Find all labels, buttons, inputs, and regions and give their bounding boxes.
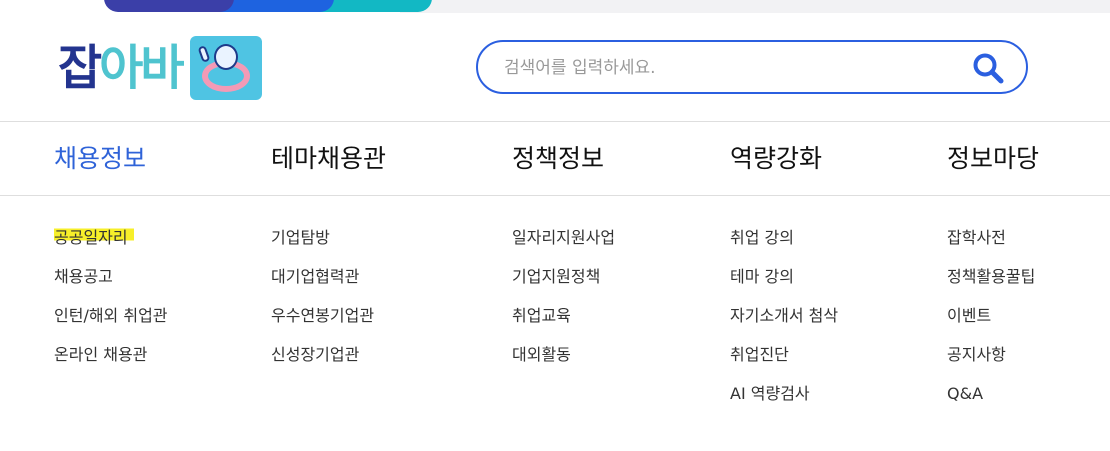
menu-item-company-support[interactable]: 기업지원정책 bbox=[512, 265, 615, 289]
search-icon bbox=[973, 53, 1004, 84]
menu-item-job-support[interactable]: 일자리지원사업 bbox=[512, 226, 615, 250]
menu-item-ai-assessment[interactable]: AI 역량검사 bbox=[730, 382, 838, 406]
menu-item-online-recruit[interactable]: 온라인 채용관 bbox=[54, 343, 168, 367]
menu-item-intern-overseas[interactable]: 인턴/해외 취업관 bbox=[54, 304, 168, 328]
menu-item-high-salary[interactable]: 우수연봉기업관 bbox=[271, 304, 374, 328]
menu-item-job-postings[interactable]: 채용공고 bbox=[54, 265, 168, 289]
menu-item-policy-tips[interactable]: 정책활용꿀팁 bbox=[947, 265, 1035, 289]
menu-item-job-diagnosis[interactable]: 취업진단 bbox=[730, 343, 838, 367]
menu-item-public-jobs[interactable]: 공공일자리 bbox=[54, 226, 168, 250]
menu-column-capability: 취업 강의 테마 강의 자기소개서 첨삭 취업진단 AI 역량검사 bbox=[730, 226, 838, 421]
menu-item-qna[interactable]: Q&A bbox=[947, 382, 1035, 406]
top-strip-background bbox=[400, 0, 1110, 13]
nav-tab-recruit-info[interactable]: 채용정보 bbox=[54, 142, 146, 176]
mascot-logo-icon bbox=[189, 36, 262, 100]
menu-item-external-activities[interactable]: 대외활동 bbox=[512, 343, 615, 367]
top-strip bbox=[0, 0, 1110, 13]
nav-tab-theme-recruit[interactable]: 테마채용관 bbox=[271, 142, 386, 176]
menu-item-job-dictionary[interactable]: 잡학사전 bbox=[947, 226, 1035, 250]
logo-text-part2: 아바 bbox=[99, 40, 184, 96]
menu-column-info-plaza: 잡학사전 정책활용꿀팁 이벤트 공지사항 Q&A bbox=[947, 226, 1035, 421]
menu-item-resume-review[interactable]: 자기소개서 첨삭 bbox=[730, 304, 838, 328]
menu-column-policy-info: 일자리지원사업 기업지원정책 취업교육 대외활동 bbox=[512, 226, 615, 382]
logo-text: 잡아바 bbox=[58, 44, 185, 92]
search-box bbox=[476, 40, 1028, 94]
search-input[interactable] bbox=[502, 54, 946, 82]
menu-item-theme-lecture[interactable]: 테마 강의 bbox=[730, 265, 838, 289]
menu-item-company-visit[interactable]: 기업탐방 bbox=[271, 226, 374, 250]
menu-column-recruit-info: 공공일자리 채용공고 인턴/해외 취업관 온라인 채용관 bbox=[54, 226, 168, 382]
search-button[interactable] bbox=[972, 52, 1006, 84]
nav-tab-capability[interactable]: 역량강화 bbox=[730, 142, 822, 176]
nav-tab-info-plaza[interactable]: 정보마당 bbox=[947, 142, 1039, 176]
logo-text-part1: 잡 bbox=[58, 40, 102, 96]
menu-item-new-growth[interactable]: 신성장기업관 bbox=[271, 343, 374, 367]
menu-item-events[interactable]: 이벤트 bbox=[947, 304, 1035, 328]
menu-item-job-lecture[interactable]: 취업 강의 bbox=[730, 226, 838, 250]
menu-item-notices[interactable]: 공지사항 bbox=[947, 343, 1035, 367]
header-divider bbox=[0, 121, 1110, 122]
menu-item-job-education[interactable]: 취업교육 bbox=[512, 304, 615, 328]
nav-tab-policy-info[interactable]: 정책정보 bbox=[512, 142, 604, 176]
nav-divider bbox=[0, 195, 1110, 196]
menu-item-large-corp[interactable]: 대기업협력관 bbox=[271, 265, 374, 289]
site-logo[interactable]: 잡아바 bbox=[58, 36, 262, 100]
top-tab-1[interactable] bbox=[104, 0, 234, 12]
menu-column-theme-recruit: 기업탐방 대기업협력관 우수연봉기업관 신성장기업관 bbox=[271, 226, 374, 382]
